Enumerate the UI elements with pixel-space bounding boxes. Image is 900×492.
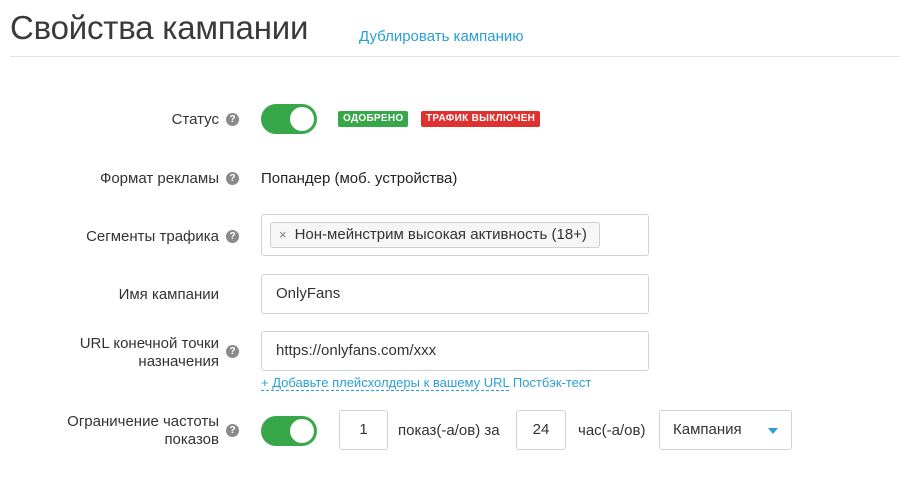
toggle-knob (290, 107, 314, 131)
chevron-down-icon (768, 428, 778, 434)
campaign-name-value: OnlyFans (276, 285, 341, 302)
status-toggle[interactable] (261, 104, 317, 134)
postback-test-link[interactable]: Постбэк-тест (513, 375, 591, 390)
frequency-cap-label-line1: Ограничение частоты (67, 413, 219, 430)
campaign-name-input[interactable]: OnlyFans (261, 274, 649, 314)
destination-url-label: URL конечной точки назначения (80, 335, 219, 371)
url-helper-links: + Добавьте плейсхолдеры к вашему URL Пос… (261, 375, 591, 391)
status-label: Статус (171, 111, 219, 128)
campaign-name-label: Имя кампании (118, 286, 219, 303)
traffic-segments-label: Сегменты трафика (86, 228, 219, 245)
hours-text: час(-а/ов) (578, 422, 646, 439)
traffic-segments-help-icon[interactable]: ? (226, 230, 239, 243)
add-placeholders-link[interactable]: + Добавьте плейсхолдеры к вашему URL (261, 375, 510, 391)
status-help-icon[interactable]: ? (226, 113, 239, 126)
frequency-scope-value: Кампания (673, 421, 742, 438)
segment-tag: × Нон-мейнстрим высокая активность (18+) (270, 222, 600, 248)
destination-url-help-icon[interactable]: ? (226, 345, 239, 358)
frequency-cap-toggle[interactable] (261, 416, 317, 446)
frequency-scope-select[interactable]: Кампания (659, 410, 792, 450)
destination-url-value: https://onlyfans.com/xxx (276, 342, 437, 359)
frequency-cap-label: Ограничение частоты показов (67, 413, 219, 449)
toggle-knob (290, 419, 314, 443)
remove-tag-icon[interactable]: × (279, 227, 287, 242)
page-title: Свойства кампании (10, 9, 309, 46)
destination-url-label-line2: назначения (138, 353, 219, 370)
ad-format-label: Формат рекламы (99, 170, 219, 187)
frequency-cap-label-line2: показов (164, 431, 219, 448)
destination-url-input[interactable]: https://onlyfans.com/xxx (261, 331, 649, 371)
hours-count-input[interactable]: 24 (516, 410, 566, 450)
impressions-count-input[interactable]: 1 (339, 410, 388, 450)
duplicate-campaign-link[interactable]: Дублировать кампанию (359, 28, 523, 45)
traffic-off-badge: ТРАФИК ВЫКЛЮЧЕН (421, 111, 541, 127)
ad-format-help-icon[interactable]: ? (226, 172, 239, 185)
frequency-cap-help-icon[interactable]: ? (226, 424, 239, 437)
destination-url-label-line1: URL конечной точки (79, 335, 219, 352)
page-header: Свойства кампании Дублировать кампанию (10, 8, 900, 57)
impressions-per-text: показ(-а/ов) за (398, 422, 500, 439)
campaign-properties-page: Свойства кампании Дублировать кампанию С… (0, 0, 900, 492)
approved-badge: ОДОБРЕНО (338, 111, 409, 127)
traffic-segments-select[interactable]: × Нон-мейнстрим высокая активность (18+) (261, 214, 649, 256)
ad-format-value: Попандер (моб. устройства) (261, 170, 458, 187)
hours-count-value: 24 (532, 421, 550, 438)
impressions-count-value: 1 (359, 421, 368, 438)
segment-tag-label: Нон-мейнстрим высокая активность (18+) (294, 226, 587, 243)
